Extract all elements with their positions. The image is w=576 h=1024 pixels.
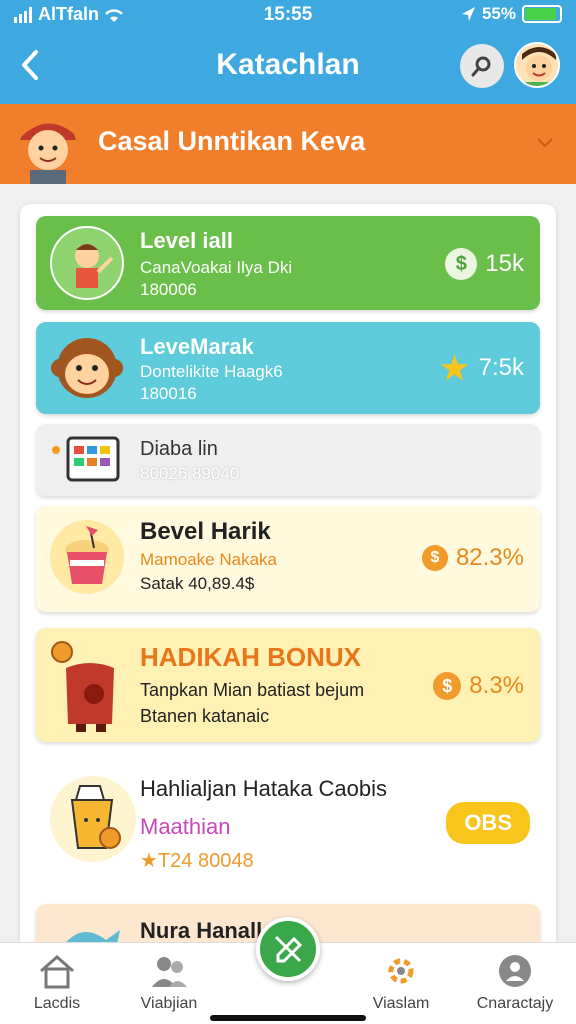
location-icon	[461, 7, 475, 21]
home-icon	[37, 953, 77, 989]
gear-icon	[381, 953, 421, 989]
battery-percent: 55%	[481, 4, 516, 23]
card-subtitle: Maathian	[140, 814, 231, 839]
card-extra: 180006	[140, 280, 197, 299]
list-item[interactable]: Diaba lin 80026 89040	[36, 424, 540, 496]
nav-item-home[interactable]: Lacdis	[2, 953, 112, 1013]
chevron-down-icon[interactable]	[536, 132, 554, 155]
monkey-character-icon	[50, 330, 124, 404]
app-header: Katachlan	[0, 30, 576, 104]
card-subtitle: Dontelikite Haagk6	[140, 362, 283, 381]
category-banner[interactable]: Casal Unntikan Keva	[0, 104, 576, 184]
edit-icon	[274, 935, 303, 963]
banner-title: Casal Unntikan Keva	[98, 126, 366, 156]
lemonade-glass-icon	[50, 776, 136, 862]
star-icon: ★	[440, 350, 469, 386]
nav-item-character[interactable]: Cnaractajy	[460, 953, 570, 1013]
card-extra: 180016	[140, 384, 197, 403]
battery-icon	[522, 5, 562, 23]
card-value: $ 8.3%	[433, 672, 524, 700]
popcorn-bucket-icon	[50, 520, 124, 594]
card-value: OBS	[446, 802, 530, 844]
character-icon	[16, 114, 80, 184]
card-subtitle: Mamoake Nakaka	[140, 550, 278, 569]
profile-icon	[495, 953, 535, 989]
center-action-button[interactable]	[256, 917, 320, 981]
card-value: ★ 7:5k	[439, 350, 524, 386]
card-subtitle: 80026 89040	[140, 464, 240, 483]
card-title: Hahlialjan Hataka Caobis	[140, 776, 388, 801]
list-item[interactable]: LeveMarak Dontelikite Haagk6 180016 ★ 7:…	[36, 322, 540, 414]
nav-label: Viabjian	[140, 995, 198, 1012]
list-item[interactable]: Bevel Harik Mamoake Nakaka Satak 40,89.4…	[36, 506, 540, 612]
search-button[interactable]	[460, 44, 504, 88]
calendar-board-icon	[50, 428, 130, 492]
nav-label: Lacdis	[33, 995, 81, 1012]
card-value-text: 8.3%	[469, 672, 524, 699]
bottom-nav: Lacdis Viabjian Viaslam Cnaractajy	[0, 917, 576, 1024]
list-item[interactable]: Level iall CanaVoakai Ilya Dki 180006 $ …	[36, 216, 540, 310]
nav-label: Cnaractajy	[476, 995, 554, 1012]
card-extra: Btanen katanaic	[140, 706, 270, 726]
card-subtitle: CanaVoakai Ilya Dki	[140, 258, 293, 277]
search-icon	[471, 56, 491, 77]
card-value-text: 7:5k	[478, 354, 524, 381]
card-title: Level iall	[140, 228, 233, 253]
home-indicator	[210, 1015, 366, 1021]
nav-item-friends[interactable]: Viabjian	[114, 953, 224, 1013]
nav-item-explore[interactable]: Viaslam	[346, 953, 456, 1013]
bonus-character-icon	[50, 638, 130, 734]
card-value: $ 15k	[445, 248, 524, 280]
list-item[interactable]: Hahlialjan Hataka Caobis Maathian ★T24 8…	[36, 766, 540, 878]
card-title: Diaba lin	[140, 438, 218, 460]
card-title: HADIKAH BONUX	[140, 642, 361, 672]
card-title: Bevel Harik	[140, 518, 271, 545]
nav-label: Viaslam	[372, 995, 430, 1012]
card-extra: ★T24 80048	[140, 850, 254, 872]
dollar-coin-icon: $	[445, 248, 478, 280]
card-subtitle: Tanpkan Mian batiast bejum	[140, 680, 365, 700]
users-icon	[149, 953, 189, 989]
dollar-coin-icon: $	[433, 672, 462, 700]
card-title: LeveMarak	[140, 334, 254, 359]
card-value-badge: OBS	[446, 802, 530, 844]
card-value: $ 82.3%	[421, 544, 524, 572]
list-item[interactable]: HADIKAH BONUX Tanpkan Mian batiast bejum…	[36, 628, 540, 742]
card-extra: Satak 40,89.4$	[140, 574, 255, 593]
dollar-coin-icon: $	[421, 545, 448, 571]
status-bar: AlTfaln 15:55 55%	[0, 0, 576, 30]
leaderboard-panel: Level iall CanaVoakai Ilya Dki 180006 $ …	[20, 204, 556, 964]
card-value-text: 82.3%	[455, 544, 524, 571]
card-value-text: 15k	[485, 250, 524, 277]
profile-avatar[interactable]	[514, 42, 560, 88]
level-character-icon	[50, 226, 124, 300]
